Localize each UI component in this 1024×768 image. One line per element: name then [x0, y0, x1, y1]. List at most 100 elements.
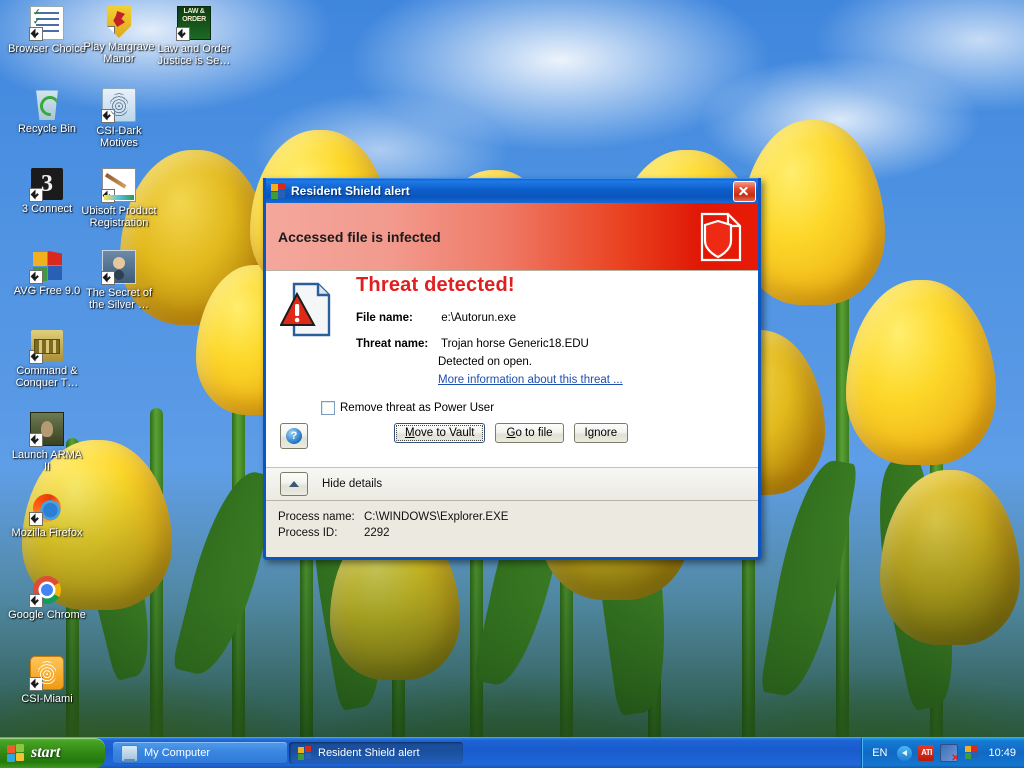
desktop-icon-10[interactable]: Launch ARMA II [8, 412, 86, 473]
desktop-icon-3[interactable]: Recycle Bin [8, 88, 86, 135]
desktop-icon-5[interactable]: 3 Connect [8, 168, 86, 215]
taskbar-window-buttons[interactable]: My Computer Resident Shield alert [105, 738, 861, 768]
help-button[interactable]: ? [280, 423, 308, 449]
file-name-value: e:\Autorun.exe [441, 312, 517, 324]
desktop-icon-12[interactable]: Google Chrome [8, 574, 86, 621]
shortcut-arrow-icon [29, 594, 43, 608]
mozilla-firefox-icon [29, 492, 63, 526]
avg-tray-icon[interactable] [964, 745, 980, 761]
move-to-vault-button[interactable]: Move to Vault [394, 423, 486, 443]
detection-context: Detected on open. [438, 356, 532, 368]
system-tray[interactable]: EN ATI 10:49 [861, 738, 1024, 768]
process-name-value: C:\WINDOWS\Explorer.EXE [364, 511, 509, 523]
launch-arma-ii-icon [29, 412, 64, 447]
process-details-pane: Process name: C:\WINDOWS\Explorer.EXE Pro… [266, 501, 758, 555]
dialog-button-row: ? Move to Vault Go to file Ignore [266, 423, 758, 457]
desktop-icon-7[interactable]: AVG Free 9.0 [8, 250, 86, 297]
start-button[interactable]: start [0, 738, 105, 768]
process-id-value: 2292 [364, 527, 390, 539]
desktop-icon-11[interactable]: Mozilla Firefox [8, 492, 86, 539]
desktop-icon-label: Launch ARMA II [11, 449, 83, 473]
threat-heading: Threat detected! [356, 274, 515, 296]
language-indicator[interactable]: EN [872, 747, 887, 759]
chevron-up-icon [289, 481, 299, 487]
hide-details-toggle-button[interactable] [280, 472, 308, 496]
desktop-icon-label: Ubisoft Product Registration [81, 205, 157, 229]
desktop-icon-label: Google Chrome [8, 609, 86, 621]
resident-shield-alert-dialog[interactable]: Resident Shield alert Accessed file is i… [263, 178, 761, 560]
ati-catalyst-icon[interactable]: ATI [918, 745, 935, 761]
desktop-icon-6[interactable]: Ubisoft Product Registration [80, 168, 158, 229]
remove-as-power-user-row[interactable]: Remove threat as Power User [321, 401, 494, 415]
desktop-icon-1[interactable]: Play Margrave Manor [80, 6, 158, 65]
csi-miami-icon [29, 656, 64, 691]
avg-logo-icon [297, 745, 312, 761]
desktop[interactable]: Browser ChoicePlay Margrave ManorLaw and… [0, 0, 1024, 768]
shortcut-arrow-icon [101, 109, 115, 123]
dialog-titlebar[interactable]: Resident Shield alert [266, 178, 758, 203]
desktop-icon-0[interactable]: Browser Choice [8, 6, 86, 55]
browser-choice-icon [29, 6, 64, 41]
process-name-row: Process name: C:\WINDOWS\Explorer.EXE [278, 509, 758, 525]
taskbar-button-label: Resident Shield alert [318, 747, 420, 759]
csi-dark-motives-icon [101, 88, 136, 123]
shortcut-arrow-icon [29, 27, 43, 41]
shortcut-arrow-icon [176, 27, 190, 41]
shortcut-arrow-icon [29, 270, 43, 284]
desktop-icon-label: Law and Order Justice is Se… [157, 43, 231, 67]
infected-document-shield-icon [688, 211, 744, 263]
avg-free-icon [29, 250, 63, 284]
shortcut-arrow-icon [106, 26, 115, 38]
desktop-icon-label: Recycle Bin [17, 123, 77, 135]
taskbar-button-1[interactable]: Resident Shield alert [289, 742, 463, 764]
more-info-row[interactable]: More information about this threat ... [438, 374, 623, 386]
banner-message: Accessed file is infected [278, 228, 441, 245]
file-name-label: File name: [356, 312, 413, 324]
remove-as-power-user-label: Remove threat as Power User [340, 402, 495, 414]
command-and-conquer-icon [29, 330, 63, 364]
desktop-icon-13[interactable]: CSI-Miami [8, 656, 86, 705]
warning-document-icon [279, 282, 332, 338]
shortcut-arrow-icon [29, 433, 43, 447]
ubisoft-registration-icon [101, 168, 136, 203]
shortcut-arrow-icon [101, 271, 115, 285]
secret-of-silver-icon [101, 250, 136, 285]
ignore-button[interactable]: Ignore [573, 423, 629, 443]
shortcut-arrow-icon [29, 350, 43, 364]
clock[interactable]: 10:49 [988, 747, 1016, 759]
move-to-vault-label-rest: ove to Vault [414, 427, 475, 439]
desktop-icon-label: CSI-Dark Motives [96, 125, 142, 149]
desktop-icon-2[interactable]: Law and Order Justice is Se… [155, 6, 233, 67]
desktop-icon-label: CSI-Miami [21, 693, 73, 705]
process-id-row: Process ID: 2292 [278, 525, 758, 541]
desktop-icon-4[interactable]: CSI-Dark Motives [80, 88, 158, 149]
taskbar-button-label: My Computer [144, 747, 211, 759]
network-disconnected-icon[interactable] [940, 744, 959, 764]
threat-name-row: Threat name: Trojan horse Generic18.EDU [356, 338, 589, 350]
go-to-file-button[interactable]: Go to file [495, 423, 564, 443]
threat-name-label: Threat name: [356, 338, 429, 350]
close-icon[interactable] [733, 180, 756, 202]
shortcut-arrow-icon [29, 512, 43, 526]
details-toggle-bar[interactable]: Hide details [266, 467, 758, 501]
desktop-icon-label: Mozilla Firefox [11, 527, 83, 539]
remove-as-power-user-checkbox[interactable] [321, 401, 335, 415]
shortcut-arrow-icon [29, 188, 43, 202]
go-to-file-label-rest: o to file [515, 427, 553, 439]
dialog-body: Threat detected! File name: e:\Autorun.e… [266, 271, 758, 467]
google-chrome-icon [29, 574, 63, 608]
more-information-link[interactable]: More information about this threat ... [438, 374, 623, 386]
infection-banner: Accessed file is infected [266, 203, 758, 271]
start-label: start [31, 744, 61, 761]
taskbar-button-0[interactable]: My Computer [113, 742, 287, 764]
desktop-icon-9[interactable]: Command & Conquer T… [8, 330, 86, 389]
my-computer-icon [121, 744, 138, 762]
desktop-icon-8[interactable]: The Secret of the Silver … [80, 250, 158, 311]
avg-logo-icon [270, 183, 286, 199]
question-mark-icon: ? [286, 428, 302, 444]
chevron-left-icon[interactable] [897, 745, 913, 761]
file-name-row: File name: e:\Autorun.exe [356, 312, 516, 324]
process-id-label: Process ID: [278, 527, 338, 539]
desktop-icon-label: The Secret of the Silver … [85, 287, 153, 311]
taskbar[interactable]: start My Computer Resident Shield alert E… [0, 737, 1024, 768]
